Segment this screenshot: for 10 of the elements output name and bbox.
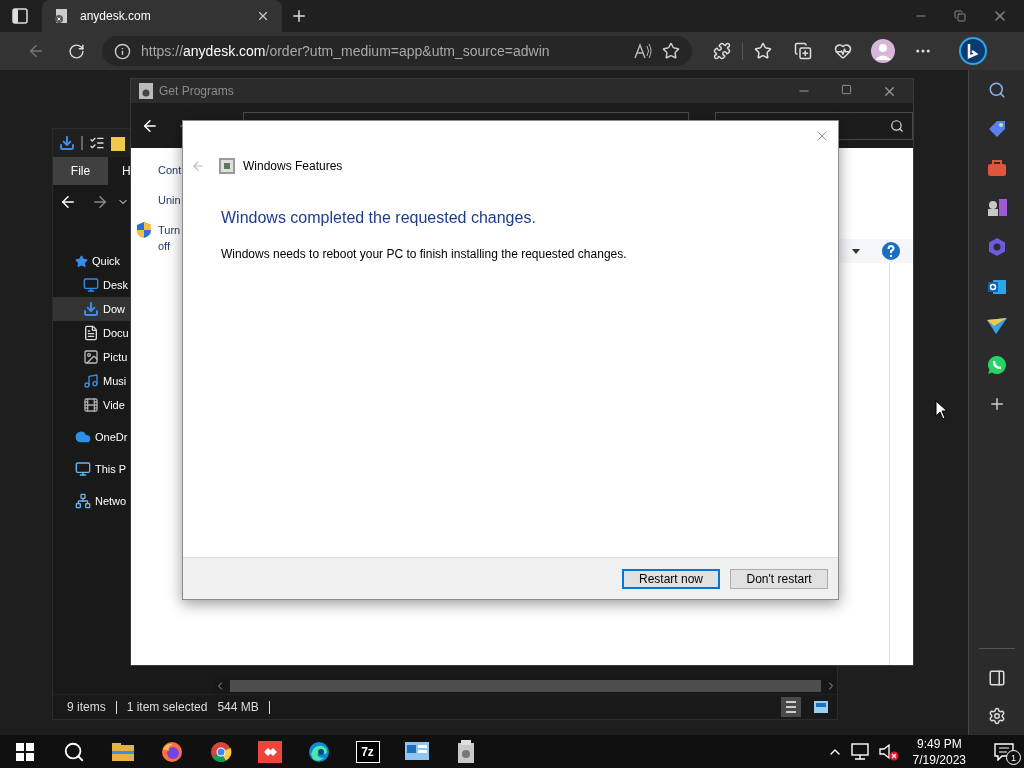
selection-status: 1 item selected [126, 700, 208, 714]
dialog-message: Windows needs to reboot your PC to finish installing the requested changes. [221, 247, 628, 261]
item-count: 9 items [67, 700, 106, 714]
notification-count: 1 [1006, 750, 1021, 765]
date-text: 7/19/2023 [912, 751, 966, 768]
dialog-title: Windows Features [243, 159, 343, 173]
time-text: 9:49 PM [916, 735, 962, 752]
window-title: Get Programs [159, 84, 234, 98]
dialog-heading: Windows completed the requested changes. [221, 209, 537, 227]
selection-size: 544 MB [217, 700, 259, 714]
